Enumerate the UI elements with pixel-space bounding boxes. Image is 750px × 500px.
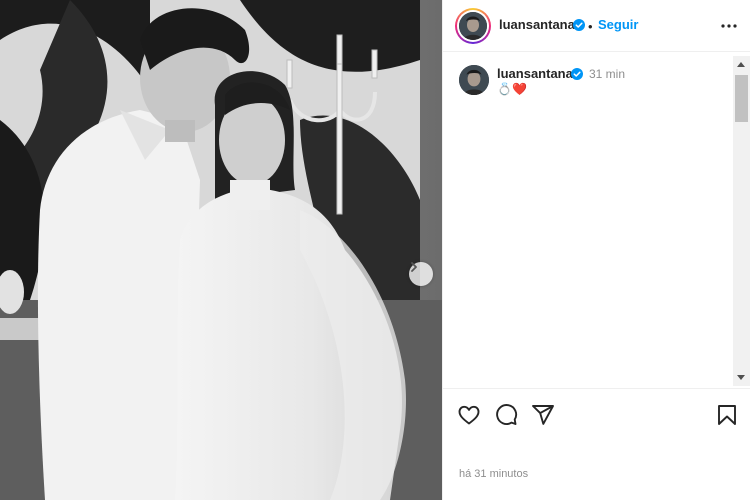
- avatar-image: [459, 12, 487, 40]
- like-button[interactable]: [457, 403, 481, 427]
- header-username[interactable]: luansantana: [499, 17, 575, 32]
- follow-button[interactable]: Seguir: [598, 17, 638, 32]
- more-options-button[interactable]: [717, 14, 741, 38]
- chevron-right-icon: [411, 262, 417, 272]
- scroll-down-arrow-icon[interactable]: [737, 375, 745, 380]
- save-button[interactable]: [715, 403, 739, 427]
- scrollbar-thumb[interactable]: [735, 75, 748, 122]
- post-actions-bar: [443, 388, 750, 438]
- post-photo[interactable]: [0, 0, 442, 500]
- comments-scrollbar[interactable]: [733, 56, 750, 386]
- caption-text: 💍❤️: [497, 82, 527, 96]
- avatar-image: [459, 65, 489, 95]
- verified-badge-icon: [571, 68, 583, 80]
- caption-time: 31 min: [589, 67, 626, 81]
- paper-plane-icon: [532, 405, 554, 425]
- share-button[interactable]: [531, 403, 555, 427]
- bookmark-icon: [718, 405, 736, 425]
- more-options-icon: [721, 24, 737, 28]
- post-header: luansantana • Seguir: [443, 0, 750, 52]
- scroll-up-arrow-icon[interactable]: [737, 62, 745, 67]
- post-photo-image: [0, 0, 442, 500]
- header-separator: •: [588, 19, 593, 34]
- avatar: [459, 12, 487, 40]
- caption-username[interactable]: luansantana: [497, 66, 573, 81]
- post-timestamp: há 31 minutos: [459, 468, 529, 480]
- caption-avatar[interactable]: [459, 65, 489, 95]
- heart-icon: [458, 405, 480, 425]
- story-ring-avatar[interactable]: [455, 8, 491, 44]
- post-side-panel: luansantana • Seguir luansantana 31 min …: [442, 0, 750, 500]
- comment-button[interactable]: [494, 403, 518, 427]
- verified-badge-icon: [573, 19, 585, 31]
- carousel-next-button[interactable]: [409, 262, 433, 286]
- comment-bubble-icon: [496, 404, 518, 425]
